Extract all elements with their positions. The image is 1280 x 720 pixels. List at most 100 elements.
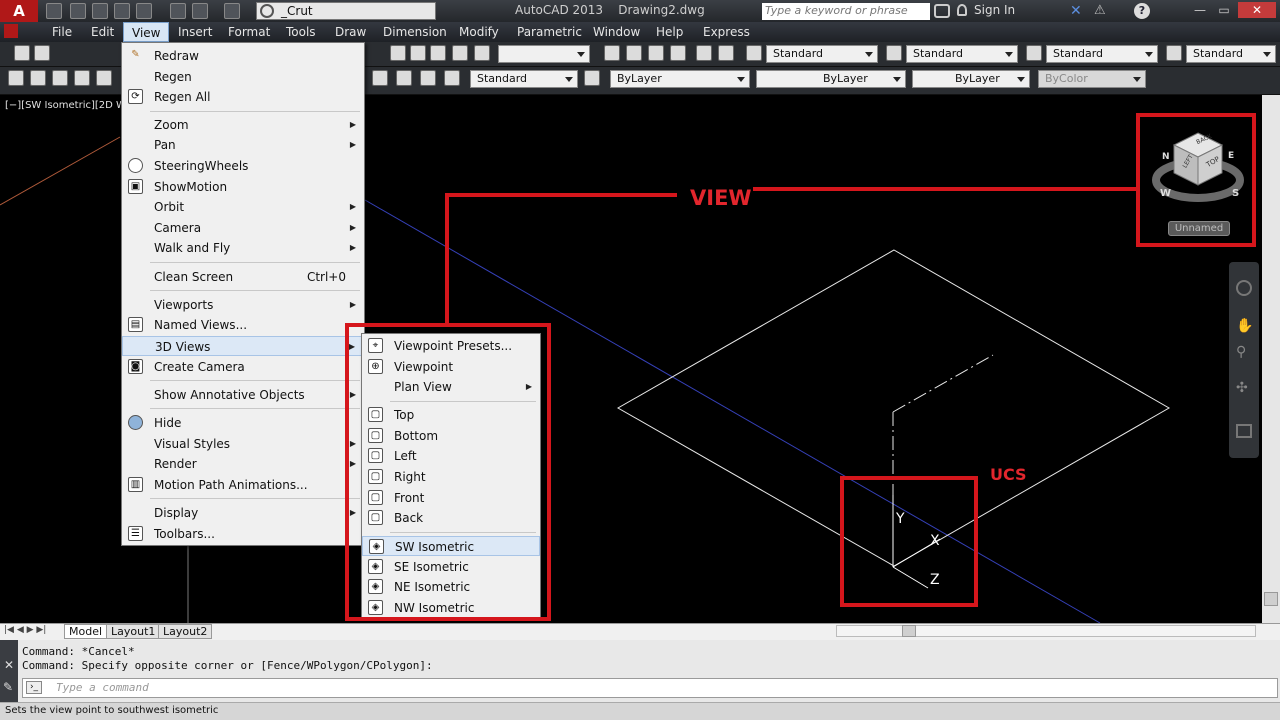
menu-item-redraw[interactable]: ✎ Redraw xyxy=(122,46,364,66)
menu-express[interactable]: Express xyxy=(703,25,750,39)
search-input[interactable]: Type a keyword or phrase xyxy=(762,3,930,20)
dim-style-icon[interactable] xyxy=(886,45,902,61)
tab-layout1[interactable]: Layout1 xyxy=(106,624,161,639)
steering-wheel-icon[interactable] xyxy=(1236,280,1252,296)
menu-item-walk-and-fly[interactable]: Walk and Fly ▶ xyxy=(122,238,364,258)
wrench-icon[interactable]: ✎ xyxy=(3,680,13,694)
help-icon[interactable]: ? xyxy=(1134,3,1150,19)
showmotion-icon[interactable] xyxy=(1236,424,1252,438)
menu-item-regen[interactable]: Regen xyxy=(122,67,364,87)
viewport-controls-label[interactable]: [−][SW Isometric][2D W xyxy=(5,100,126,111)
command-input[interactable] xyxy=(22,678,1278,698)
view-icon[interactable] xyxy=(390,45,406,61)
menu-help[interactable]: Help xyxy=(656,25,683,39)
redo-icon[interactable] xyxy=(224,3,240,19)
menu-item-motion-path[interactable]: ▥ Motion Path Animations... xyxy=(122,475,364,495)
horizontal-scrollbar-thumb[interactable] xyxy=(902,625,916,637)
menu-item-orbit[interactable]: Orbit ▶ xyxy=(122,197,364,217)
menu-item-camera[interactable]: Camera ▶ xyxy=(122,218,364,238)
workspace-dropdown[interactable]: _Crut xyxy=(256,2,436,20)
menu-item-render[interactable]: Render ▶ xyxy=(122,454,364,474)
dim-update-icon[interactable] xyxy=(444,70,460,86)
dim-style-dropdown-2[interactable]: Standard xyxy=(470,70,578,88)
menu-modify[interactable]: Modify xyxy=(459,25,499,39)
layer-icon[interactable] xyxy=(14,45,30,61)
pan-icon[interactable]: ✋ xyxy=(1236,318,1253,334)
menu-parametric[interactable]: Parametric xyxy=(517,25,582,39)
viewport-icon[interactable] xyxy=(410,45,426,61)
linetype-dropdown[interactable]: ByLayer xyxy=(756,70,906,88)
dim-aligned-icon[interactable] xyxy=(30,70,46,86)
menu-item-steeringwheels[interactable]: SteeringWheels xyxy=(122,156,364,176)
close-icon[interactable]: ✕ xyxy=(4,658,14,672)
tab-model[interactable]: Model xyxy=(64,624,108,639)
text-style-dropdown[interactable]: Standard xyxy=(766,45,878,63)
menu-window[interactable]: Window xyxy=(593,25,640,39)
menu-item-hide[interactable]: Hide xyxy=(122,413,364,433)
sign-in-button[interactable]: Sign In xyxy=(974,3,1015,17)
dim-linear-icon[interactable] xyxy=(8,70,24,86)
doc-logo-icon[interactable] xyxy=(4,24,18,38)
color-dropdown[interactable]: ByLayer xyxy=(610,70,750,88)
menu-item-zoom[interactable]: Zoom ▶ xyxy=(122,115,364,135)
table-style-dropdown[interactable]: Standard xyxy=(1046,45,1158,63)
scrollbar-thumb[interactable] xyxy=(1264,592,1278,606)
undo-icon[interactable] xyxy=(192,3,208,19)
menu-item-showmotion[interactable]: ▣ ShowMotion xyxy=(122,177,364,197)
dim-style-dropdown[interactable]: Standard xyxy=(906,45,1018,63)
plot-preview-icon[interactable] xyxy=(136,3,152,19)
dim-edit-icon[interactable] xyxy=(396,70,412,86)
zoom-icon[interactable] xyxy=(670,45,686,61)
viewport-icon[interactable] xyxy=(430,45,446,61)
menu-item-viewports[interactable]: Viewports ▶ xyxy=(122,295,364,315)
menu-file[interactable]: File xyxy=(52,25,72,39)
maximize-button[interactable]: ▭ xyxy=(1212,2,1236,18)
zoom-icon[interactable] xyxy=(604,45,620,61)
tab-layout2[interactable]: Layout2 xyxy=(158,624,213,639)
viewport-icon[interactable] xyxy=(452,45,468,61)
close-button[interactable]: ✕ xyxy=(1238,2,1276,18)
horizontal-scrollbar[interactable] xyxy=(836,625,1256,637)
save-as-icon[interactable] xyxy=(114,3,130,19)
command-prompt-icon[interactable]: ›_ xyxy=(26,681,42,694)
dim-radius-icon[interactable] xyxy=(96,70,112,86)
menu-item-clean-screen[interactable]: Clean Screen Ctrl+0 xyxy=(122,267,364,287)
binoculars-icon[interactable] xyxy=(934,4,950,18)
menu-item-toolbars[interactable]: ☰ Toolbars... xyxy=(122,524,364,544)
menu-insert[interactable]: Insert xyxy=(178,25,212,39)
zoom-icon[interactable] xyxy=(718,45,734,61)
save-icon[interactable] xyxy=(92,3,108,19)
mleader-style-dropdown[interactable]: Standard xyxy=(1186,45,1276,63)
table-style-icon[interactable] xyxy=(1026,45,1042,61)
new-icon[interactable] xyxy=(46,3,62,19)
minimize-button[interactable]: — xyxy=(1188,2,1212,18)
zoom-extents-icon[interactable]: ⚲ xyxy=(1236,344,1252,360)
menu-dimension[interactable]: Dimension xyxy=(383,25,447,39)
lightbulb-icon[interactable] xyxy=(34,45,50,61)
orbit-icon[interactable]: ✣ xyxy=(1236,380,1252,396)
dim-arc-icon[interactable] xyxy=(52,70,68,86)
lineweight-dropdown[interactable]: ByLayer xyxy=(912,70,1030,88)
menu-tools[interactable]: Tools xyxy=(286,25,316,39)
zoom-icon[interactable] xyxy=(696,45,712,61)
connect-icon[interactable]: ⚠ xyxy=(1094,3,1106,18)
menu-item-named-views[interactable]: ▤ Named Views... xyxy=(122,315,364,335)
dim-jog-icon[interactable] xyxy=(372,70,388,86)
text-style-icon[interactable] xyxy=(746,45,762,61)
mleader-style-icon[interactable] xyxy=(1166,45,1182,61)
menu-format[interactable]: Format xyxy=(228,25,270,39)
menu-item-regen-all[interactable]: ⟳ Regen All xyxy=(122,87,364,107)
zoom-icon[interactable] xyxy=(626,45,642,61)
tab-nav-arrows-icon[interactable]: |◀ ◀ ▶ ▶| xyxy=(4,625,46,635)
menu-item-3d-views[interactable]: 3D Views ▶ xyxy=(122,336,364,356)
print-icon[interactable] xyxy=(170,3,186,19)
open-icon[interactable] xyxy=(70,3,86,19)
match-properties-icon[interactable] xyxy=(584,70,600,86)
app-menu-button[interactable]: A xyxy=(0,0,38,22)
viewport-icon[interactable] xyxy=(474,45,490,61)
menu-item-show-annotative[interactable]: Show Annotative Objects ▶ xyxy=(122,385,364,405)
plot-style-dropdown[interactable]: ByColor xyxy=(1038,70,1146,88)
zoom-icon[interactable] xyxy=(648,45,664,61)
dim-ordinate-icon[interactable] xyxy=(74,70,90,86)
viewport-scale-dropdown[interactable] xyxy=(498,45,590,63)
